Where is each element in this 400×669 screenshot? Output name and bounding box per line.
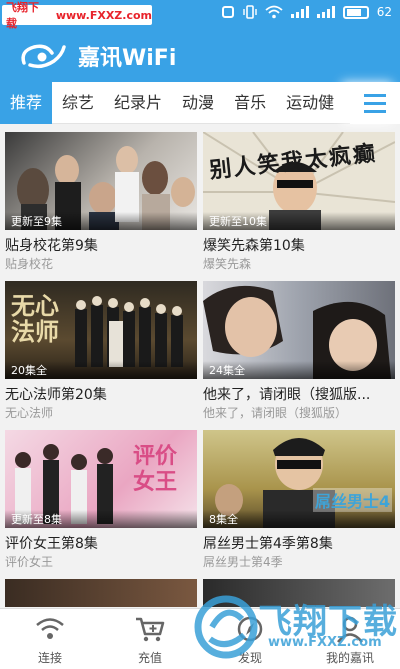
category-tabs: 推荐 综艺 纪录片 动漫 音乐 运动健 <box>0 81 400 124</box>
watermark-site: 飞翔下载 <box>6 1 39 30</box>
nav-connect[interactable]: 连接 <box>0 609 100 669</box>
video-thumbnail[interactable]: 评价女王 更新至8集 <box>5 430 197 528</box>
video-subtitle: 他来了，请闭眼（搜狐版） <box>203 406 348 420</box>
tab-documentary[interactable]: 纪录片 <box>104 82 172 124</box>
video-card[interactable]: 评价女王 更新至8集 评价女王第8集 评价女王 <box>5 430 197 569</box>
signal-icon-2 <box>316 6 335 18</box>
tab-music[interactable]: 音乐 <box>224 82 276 124</box>
battery-level: 62 <box>376 5 392 19</box>
vibrate-icon <box>243 5 257 19</box>
video-thumbnail[interactable]: 24集全 <box>203 281 395 379</box>
nav-label: 我的嘉讯 <box>325 651 374 665</box>
tab-anime[interactable]: 动漫 <box>172 82 224 124</box>
wifi-icon <box>265 5 283 19</box>
episode-badge: 更新至9集 <box>5 212 197 230</box>
video-card[interactable]: 别人笑我太疯癫 更新至10集 爆笑先森第10集 爆笑先森 <box>203 132 395 271</box>
nav-label: 发现 <box>237 651 262 665</box>
video-title[interactable]: 爆笑先森第10集 <box>203 235 395 253</box>
episode-badge: 更新至10集 <box>203 212 395 230</box>
video-card[interactable]: 屌丝男士4 8集全 屌丝男士第4季第8集 屌丝男士第4季 <box>203 430 395 569</box>
app-logo-icon <box>21 44 66 69</box>
video-subtitle: 屌丝男士第4季 <box>203 555 283 569</box>
video-subtitle: 爆笑先森 <box>203 257 252 271</box>
nav-label: 连接 <box>37 651 62 665</box>
signal-icon <box>290 6 309 18</box>
tab-recommend[interactable]: 推荐 <box>0 81 53 124</box>
status-icons: 62 <box>221 5 392 19</box>
video-title[interactable]: 屌丝男士第4季第8集 <box>203 533 395 551</box>
notification-icon <box>221 6 234 18</box>
cart-icon <box>136 617 165 642</box>
watermark-url: www.FXXZ.com <box>268 635 382 650</box>
video-title[interactable]: 贴身校花第9集 <box>5 235 197 253</box>
video-thumbnail[interactable]: 别人笑我太疯癫 更新至10集 <box>203 132 395 230</box>
poster-text: 无心法师 <box>11 291 59 346</box>
video-subtitle: 无心法师 <box>5 406 54 420</box>
wifi-connect-icon <box>36 618 64 639</box>
video-subtitle: 贴身校花 <box>5 257 54 271</box>
episode-badge: 20集全 <box>5 361 197 379</box>
app-header: 嘉讯WiFi <box>0 30 400 82</box>
video-title[interactable]: 无心法师第20集 <box>5 384 197 402</box>
video-title[interactable]: 评价女王第8集 <box>5 533 197 551</box>
video-card[interactable] <box>5 579 197 607</box>
category-menu-icon[interactable] <box>350 82 400 124</box>
nav-recharge[interactable]: 充值 <box>100 609 200 669</box>
poster-text: 屌丝男士4 <box>313 488 393 512</box>
video-card[interactable]: 无心法师 20集全 无心法师第20集 无心法师 <box>5 281 197 420</box>
episode-badge: 24集全 <box>203 361 395 379</box>
tab-sports[interactable]: 运动健 <box>276 82 344 124</box>
episode-badge: 8集全 <box>203 510 395 528</box>
poster-text: 评价女王 <box>133 444 178 495</box>
battery-icon <box>342 5 369 19</box>
watermark-banner: 飞翔下载 www.FXXZ.com <box>2 1 152 30</box>
video-card[interactable]: 更新至9集 贴身校花第9集 贴身校花 <box>5 132 197 271</box>
watermark-url: www.FXXZ.com <box>55 8 152 22</box>
video-thumbnail[interactable] <box>5 579 197 607</box>
video-title[interactable]: 他来了，请闭眼（搜狐版... <box>203 384 395 402</box>
video-thumbnail[interactable]: 屌丝男士4 8集全 <box>203 430 395 528</box>
video-thumbnail[interactable]: 更新至9集 <box>5 132 197 230</box>
episode-badge: 更新至8集 <box>5 510 197 528</box>
status-bar: 飞翔下载 www.FXXZ.com 62 <box>0 0 400 30</box>
app-title: 嘉讯WiFi <box>78 46 177 71</box>
tab-variety[interactable]: 综艺 <box>52 82 104 124</box>
video-subtitle: 评价女王 <box>5 555 54 569</box>
video-thumbnail[interactable]: 无心法师 20集全 <box>5 281 197 379</box>
video-card[interactable]: 24集全 他来了，请闭眼（搜狐版... 他来了，请闭眼（搜狐版） <box>203 281 395 420</box>
nav-label: 充值 <box>137 651 162 665</box>
